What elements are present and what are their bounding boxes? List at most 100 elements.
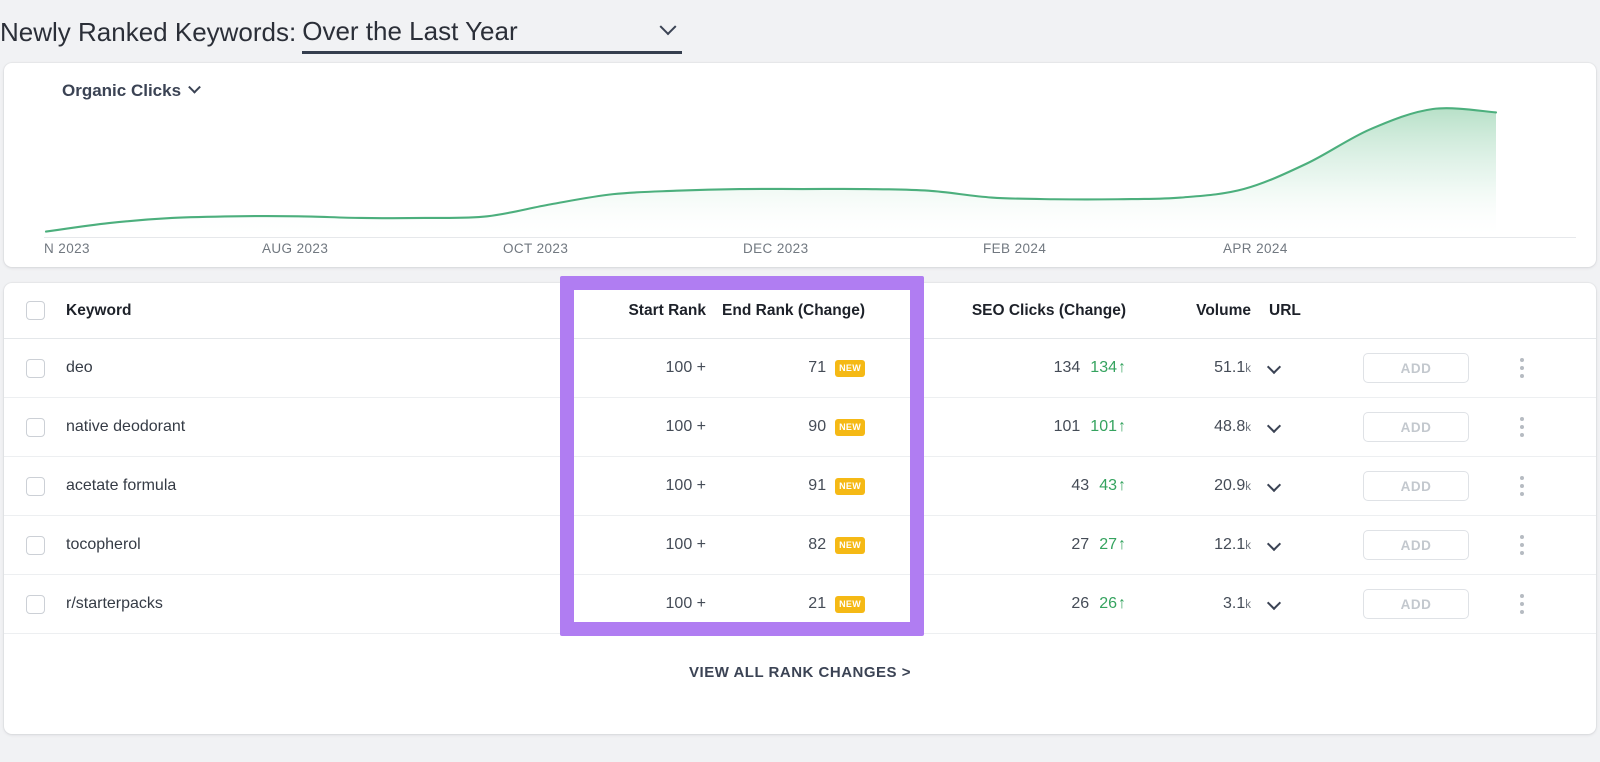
select-all-cell (4, 301, 66, 320)
seo-clicks-change: 27 ↑ (1099, 536, 1126, 553)
organic-clicks-area-chart (44, 107, 1498, 235)
chevron-down-icon (188, 80, 201, 94)
view-all-rank-changes-link[interactable]: VIEW ALL RANK CHANGES > (689, 664, 911, 681)
cell-add: ADD (1341, 530, 1491, 560)
cell-seo-clicks: 27 27 ↑ (891, 536, 1126, 554)
cell-url (1251, 418, 1341, 436)
column-header-keyword[interactable]: Keyword (66, 302, 586, 320)
seo-clicks-value: 43 (1071, 477, 1090, 494)
add-button[interactable]: ADD (1363, 589, 1469, 619)
cell-row-menu (1491, 535, 1553, 555)
cell-seo-clicks: 134 134 ↑ (891, 359, 1126, 377)
rank-changes-table-card: Keyword Start Rank End Rank (Change) SEO… (4, 276, 1596, 734)
row-checkbox[interactable] (25, 594, 45, 614)
cell-url (1251, 536, 1341, 554)
new-badge: NEW (835, 418, 865, 436)
cell-volume: 20.9k (1214, 477, 1251, 494)
table-row: r/starterpacks 100 + 21 NEW 26 26 ↑ 3.1k ADD (4, 575, 1596, 634)
row-checkbox[interactable] (25, 476, 45, 496)
end-rank-value: 90 (808, 418, 827, 435)
new-badge: NEW (835, 595, 865, 613)
row-checkbox[interactable] (25, 535, 45, 555)
cell-add: ADD (1341, 589, 1491, 619)
kebab-menu-icon[interactable] (1520, 535, 1524, 555)
cell-keyword[interactable]: tocopherol (66, 536, 586, 554)
row-select-cell (4, 535, 66, 555)
cell-url (1251, 359, 1341, 377)
column-header-volume[interactable]: Volume (1126, 302, 1251, 320)
table-header-row: Keyword Start Rank End Rank (Change) SEO… (4, 283, 1596, 339)
cell-row-menu (1491, 417, 1553, 437)
chart-baseline (44, 237, 1576, 238)
table-body: deo 100 +71 NEW 134 134 ↑ 51.1k ADD native deodo… (4, 339, 1596, 634)
x-tick-0: N 2023 (44, 241, 90, 256)
table-row: tocopherol 100 + 82 NEW 27 27 ↑ 12.1k ADD (4, 516, 1596, 575)
kebab-menu-icon[interactable] (1520, 417, 1524, 437)
period-select-value: Over the Last Year (302, 15, 518, 46)
x-tick-3: DEC 2023 (743, 241, 809, 256)
cell-keyword[interactable]: r/starterpacks (66, 595, 586, 613)
seo-clicks-change: 26 ↑ (1099, 595, 1126, 612)
cell-add: ADD (1341, 471, 1491, 501)
add-button[interactable]: ADD (1363, 412, 1469, 442)
cell-end-rank: 91 NEW (706, 477, 891, 495)
seo-clicks-value: 27 (1071, 536, 1090, 553)
arrow-up-icon: ↑ (1118, 477, 1126, 494)
add-button[interactable]: ADD (1363, 471, 1469, 501)
table-row: deo 100 + 71 NEW 134 134 ↑ 51.1k ADD (4, 339, 1596, 398)
cell-volume: 3.1k (1223, 595, 1251, 612)
cell-start-rank: 100 + (665, 359, 706, 376)
cell-add: ADD (1341, 412, 1491, 442)
row-select-cell (4, 476, 66, 496)
cell-start-rank: 100 + (665, 418, 706, 435)
cell-row-menu (1491, 358, 1553, 378)
cell-url (1251, 477, 1341, 495)
view-all-rank-changes-row: VIEW ALL RANK CHANGES > (4, 634, 1596, 710)
kebab-menu-icon[interactable] (1520, 358, 1524, 378)
metric-selector[interactable]: Organic Clicks (62, 80, 201, 101)
period-select[interactable]: Over the Last Year (302, 10, 683, 54)
row-checkbox[interactable] (25, 358, 45, 378)
cell-end-rank: 90 NEW (706, 418, 891, 436)
chevron-down-icon[interactable] (1266, 595, 1282, 611)
x-tick-4: FEB 2024 (983, 241, 1047, 256)
column-header-end-rank[interactable]: End Rank (Change) (706, 302, 891, 320)
column-header-start-rank[interactable]: Start Rank (586, 302, 706, 320)
chevron-down-icon[interactable] (1266, 418, 1282, 434)
chevron-down-icon[interactable] (1266, 359, 1282, 375)
cell-seo-clicks: 101 101 ↑ (891, 418, 1126, 436)
arrow-up-icon: ↑ (1118, 418, 1126, 435)
cell-start-rank: 100 + (665, 536, 706, 553)
cell-row-menu (1491, 476, 1553, 496)
seo-clicks-value: 134 (1053, 359, 1081, 376)
new-badge: NEW (835, 359, 865, 377)
chevron-down-icon[interactable] (1266, 477, 1282, 493)
cell-volume: 12.1k (1214, 536, 1251, 553)
cell-seo-clicks: 26 26 ↑ (891, 595, 1126, 613)
add-button[interactable]: ADD (1363, 530, 1469, 560)
cell-keyword[interactable]: native deodorant (66, 418, 586, 436)
row-select-cell (4, 417, 66, 437)
column-header-seo-clicks[interactable]: SEO Clicks (Change) (891, 302, 1126, 320)
x-tick-2: OCT 2023 (503, 241, 569, 256)
cell-volume: 48.8k (1214, 418, 1251, 435)
arrow-up-icon: ↑ (1118, 359, 1126, 376)
row-select-cell (4, 594, 66, 614)
cell-keyword[interactable]: acetate formula (66, 477, 586, 495)
arrow-up-icon: ↑ (1118, 536, 1126, 553)
x-tick-1: AUG 2023 (262, 241, 329, 256)
arrow-up-icon: ↑ (1118, 595, 1126, 612)
chevron-down-icon[interactable] (1266, 536, 1282, 552)
organic-clicks-chart-card: Organic Clicks N 2023 AUG 2023 OCT 2023 … (4, 63, 1596, 267)
add-button[interactable]: ADD (1363, 353, 1469, 383)
select-all-checkbox[interactable] (25, 301, 45, 320)
chart-x-axis-ticks: N 2023 AUG 2023 OCT 2023 DEC 2023 FEB 20… (4, 241, 1596, 267)
kebab-menu-icon[interactable] (1520, 476, 1524, 496)
cell-url (1251, 595, 1341, 613)
kebab-menu-icon[interactable] (1520, 594, 1524, 614)
column-header-url[interactable]: URL (1251, 302, 1341, 320)
end-rank-value: 91 (808, 477, 827, 494)
row-checkbox[interactable] (25, 417, 45, 437)
cell-keyword[interactable]: deo (66, 359, 586, 377)
seo-clicks-change: 43 ↑ (1099, 477, 1126, 494)
